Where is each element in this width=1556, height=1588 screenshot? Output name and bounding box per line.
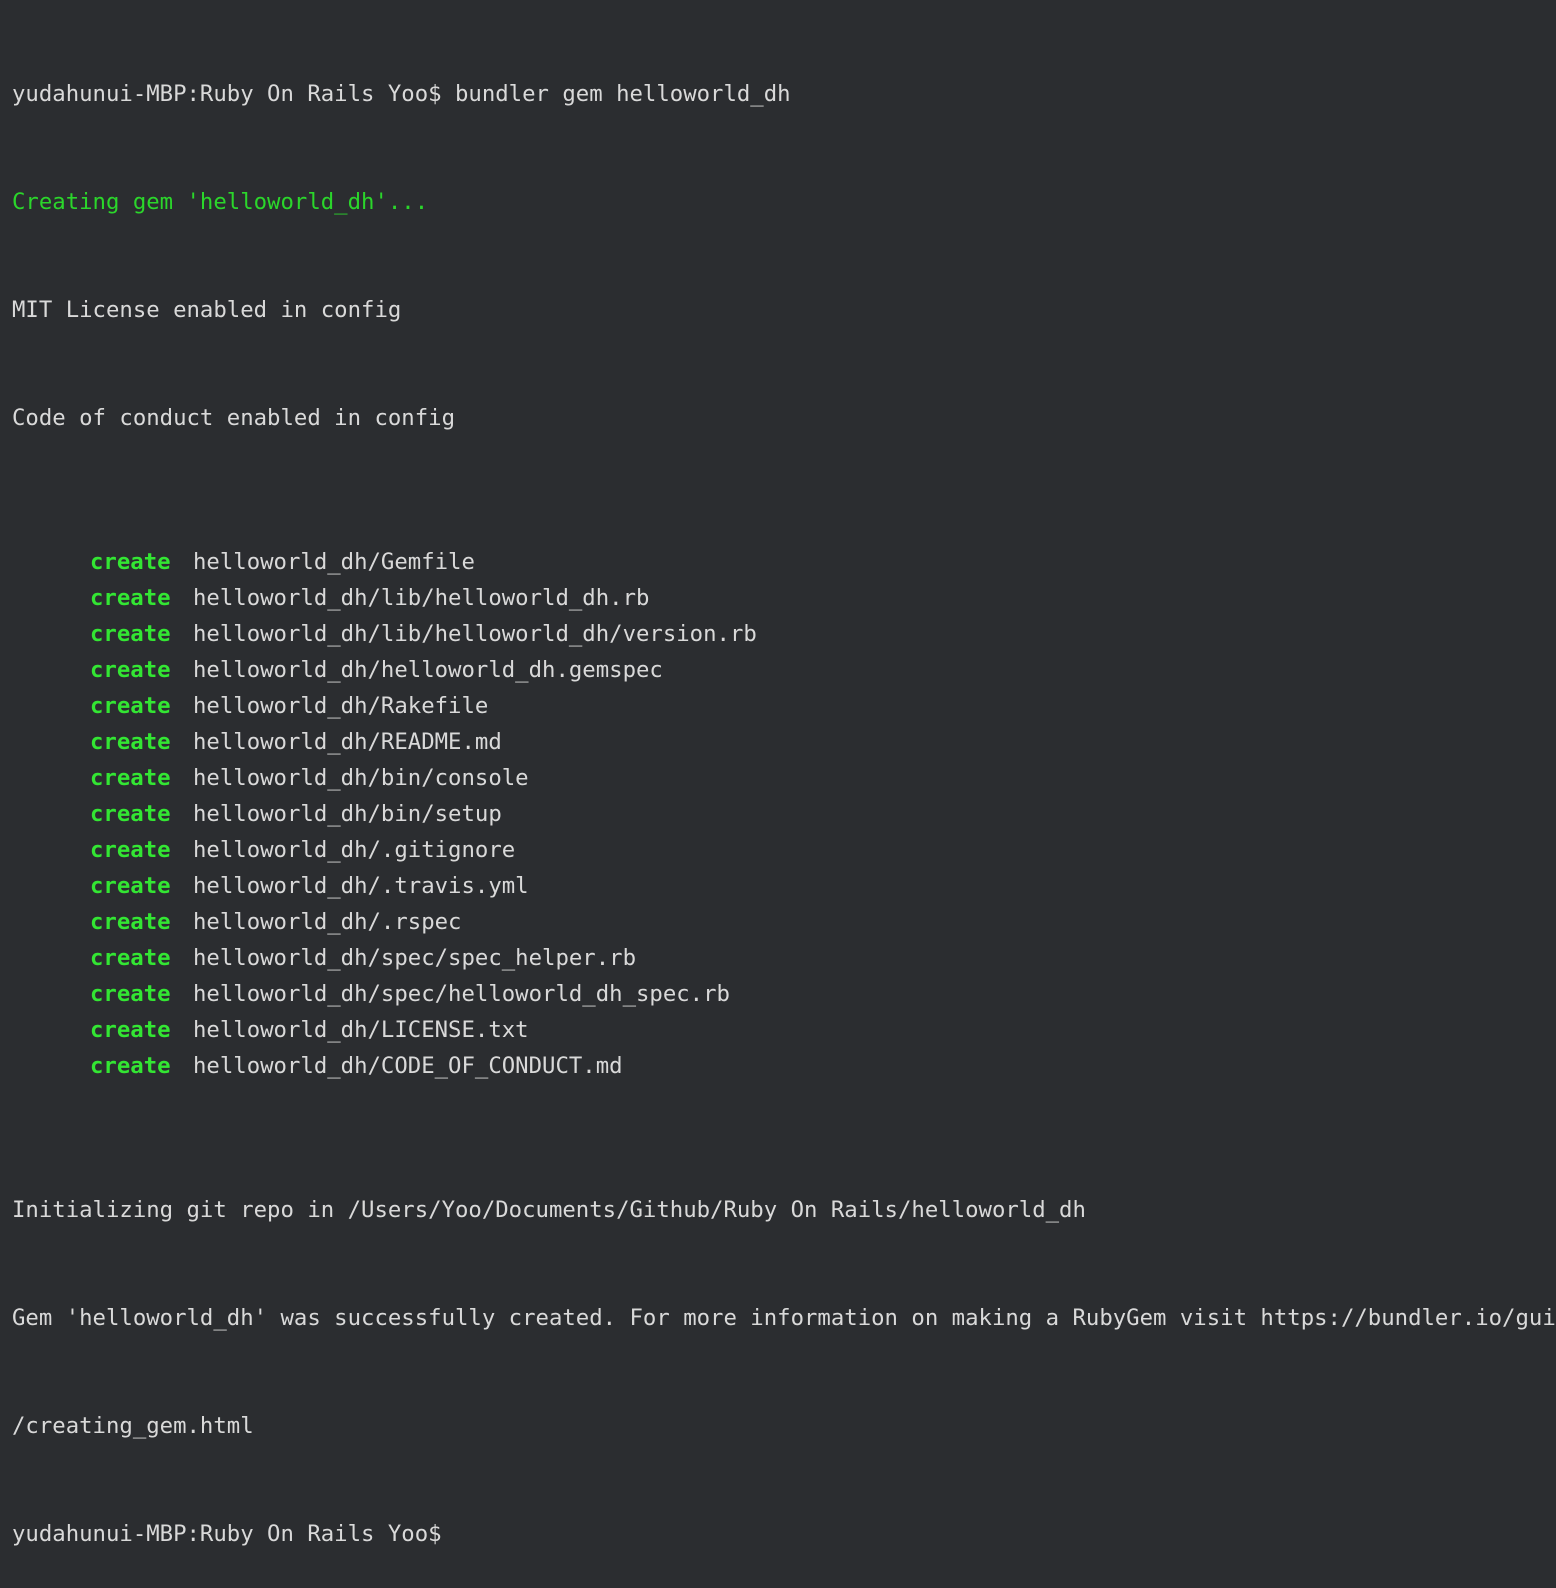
created-file-row: create helloworld_dh/Gemfile: [12, 544, 1556, 580]
created-file-path: helloworld_dh/spec/helloworld_dh_spec.rb: [193, 981, 730, 1007]
create-label: create: [90, 1053, 171, 1079]
created-file-path: helloworld_dh/.rspec: [193, 909, 462, 935]
success-line-2: /creating_gem.html: [12, 1413, 254, 1439]
create-label: create: [90, 945, 171, 971]
create-label: create: [90, 729, 171, 755]
created-file-path: helloworld_dh/spec/spec_helper.rb: [193, 945, 636, 971]
code-of-conduct-line: Code of conduct enabled in config: [12, 405, 455, 431]
created-file-path: helloworld_dh/CODE_OF_CONDUCT.md: [193, 1053, 623, 1079]
created-file-path: helloworld_dh/.travis.yml: [193, 873, 529, 899]
create-label: create: [90, 621, 171, 647]
create-label: create: [90, 801, 171, 827]
created-file-path: helloworld_dh/README.md: [193, 729, 502, 755]
create-label: create: [90, 585, 171, 611]
mit-license-line: MIT License enabled in config: [12, 297, 402, 323]
created-file-row: create helloworld_dh/spec/helloworld_dh_s…: [12, 976, 1556, 1012]
create-label: create: [90, 657, 171, 683]
created-file-row: create helloworld_dh/spec/spec_helper.rb: [12, 940, 1556, 976]
created-file-path: helloworld_dh/bin/console: [193, 765, 529, 791]
git-init-line: Initializing git repo in /Users/Yoo/Docu…: [12, 1197, 1086, 1223]
created-file-row: create helloworld_dh/CODE_OF_CONDUCT.md: [12, 1048, 1556, 1084]
created-file-row: create helloworld_dh/lib/helloworld_dh.rb: [12, 580, 1556, 616]
created-file-path: helloworld_dh/helloworld_dh.gemspec: [193, 657, 663, 683]
created-file-path: helloworld_dh/lib/helloworld_dh/version.…: [193, 621, 757, 647]
create-label: create: [90, 837, 171, 863]
success-line-1: Gem 'helloworld_dh' was successfully cre…: [12, 1305, 1556, 1331]
prompt-command-line: yudahunui-MBP:Ruby On Rails Yoo$ bundler…: [12, 81, 791, 107]
created-file-path: helloworld_dh/LICENSE.txt: [193, 1017, 529, 1043]
created-file-path: helloworld_dh/Rakefile: [193, 693, 489, 719]
created-file-row: create helloworld_dh/.travis.yml: [12, 868, 1556, 904]
created-file-row: create helloworld_dh/Rakefile: [12, 688, 1556, 724]
create-label: create: [90, 765, 171, 791]
created-file-row: create helloworld_dh/bin/setup: [12, 796, 1556, 832]
creating-gem-line: Creating gem 'helloworld_dh'...: [12, 189, 429, 215]
created-file-row: create helloworld_dh/.gitignore: [12, 832, 1556, 868]
create-label: create: [90, 549, 171, 575]
created-file-path: helloworld_dh/lib/helloworld_dh.rb: [193, 585, 650, 611]
terminal-window[interactable]: yudahunui-MBP:Ruby On Rails Yoo$ bundler…: [0, 0, 1556, 1547]
created-file-row: create helloworld_dh/README.md: [12, 724, 1556, 760]
created-file-row: create helloworld_dh/.rspec: [12, 904, 1556, 940]
created-file-row: create helloworld_dh/lib/helloworld_dh/ve…: [12, 616, 1556, 652]
created-file-path: helloworld_dh/bin/setup: [193, 801, 502, 827]
final-prompt-line[interactable]: yudahunui-MBP:Ruby On Rails Yoo$: [12, 1516, 1556, 1552]
create-label: create: [90, 909, 171, 935]
create-label: create: [90, 873, 171, 899]
created-file-row: create helloworld_dh/bin/console: [12, 760, 1556, 796]
create-label: create: [90, 1017, 171, 1043]
created-file-row: create helloworld_dh/helloworld_dh.gemspe…: [12, 652, 1556, 688]
created-file-path: helloworld_dh/Gemfile: [193, 549, 475, 575]
created-files-list: create helloworld_dh/Gemfile create hellowo…: [12, 544, 1556, 1084]
created-file-row: create helloworld_dh/LICENSE.txt: [12, 1012, 1556, 1048]
create-label: create: [90, 981, 171, 1007]
created-file-path: helloworld_dh/.gitignore: [193, 837, 516, 863]
create-label: create: [90, 693, 171, 719]
